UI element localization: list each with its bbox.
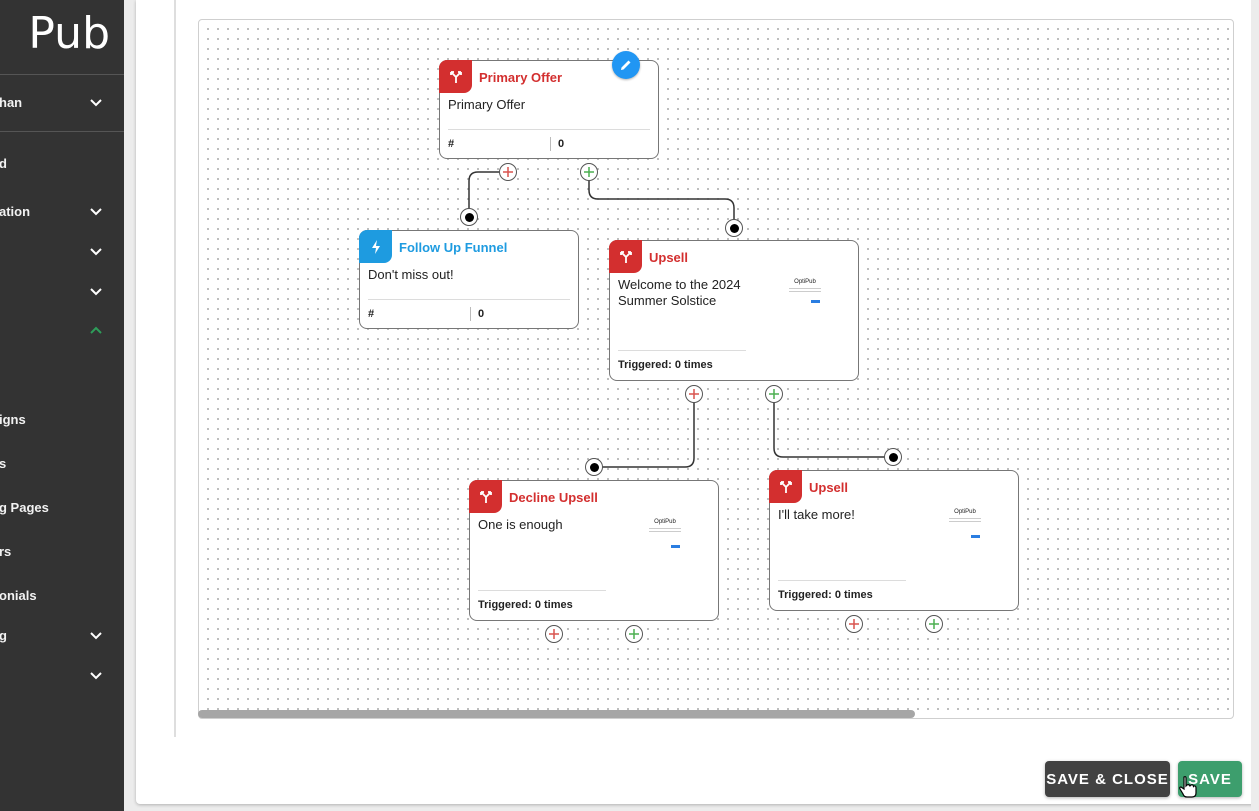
node-input-port[interactable]	[460, 208, 478, 226]
sidebar-item-label: g	[0, 627, 7, 643]
hand-cursor-icon	[1179, 776, 1197, 798]
sidebar-item-label: d	[0, 155, 7, 171]
flow-node-decline-upsell[interactable]: Decline Upsell One is enough OptiPub Tri…	[469, 480, 719, 621]
canvas-horizontal-scrollbar[interactable]	[198, 710, 915, 718]
chevron-down-icon[interactable]	[88, 667, 104, 683]
node-input-port[interactable]	[884, 448, 902, 466]
sidebar-item-label: s	[0, 455, 7, 471]
node-subtitle: One is enough	[478, 517, 563, 532]
node-stat-label: #	[368, 308, 375, 320]
sidebar-item-label: g Pages	[0, 499, 49, 515]
sidebar-item[interactable]	[0, 660, 124, 690]
node-subtitle: Welcome to the 2024 Summer Solstice	[618, 277, 741, 308]
node-stat-value: 0	[558, 138, 565, 150]
page-thumbnail: OptiPub	[645, 519, 685, 549]
node-input-port[interactable]	[585, 458, 603, 476]
add-decline-path-button[interactable]	[845, 615, 863, 633]
add-accept-path-button[interactable]	[580, 163, 598, 181]
node-title: Decline Upsell	[509, 490, 598, 505]
sidebar-divider	[0, 74, 124, 75]
sidebar-item[interactable]	[0, 276, 124, 306]
plus-icon	[584, 167, 594, 177]
node-stat-separator	[550, 137, 551, 151]
node-triggered-count: Triggered: 0 times	[618, 359, 713, 371]
sidebar-item-label: igns	[0, 411, 26, 427]
split-icon	[769, 470, 802, 503]
edit-node-button[interactable]	[612, 51, 640, 79]
node-divider	[778, 580, 906, 581]
plus-icon	[929, 619, 939, 629]
plus-icon	[503, 167, 513, 177]
sidebar-item[interactable]: han	[0, 87, 124, 117]
node-subtitle: Don't miss out!	[368, 267, 454, 282]
flow-node-follow-up-funnel[interactable]: Follow Up Funnel Don't miss out! # 0	[359, 230, 579, 329]
bolt-icon	[359, 230, 392, 263]
plus-icon	[629, 629, 639, 639]
sidebar-item[interactable]: g Pages	[0, 492, 124, 522]
node-title: Upsell	[649, 250, 689, 265]
node-divider	[478, 590, 606, 591]
node-divider	[368, 299, 570, 300]
node-subtitle: I'll take more!	[778, 507, 855, 522]
chevron-down-icon[interactable]	[88, 283, 104, 299]
page-vertical-scrollbar[interactable]	[1251, 0, 1259, 811]
flow-node-upsell[interactable]: Upsell Welcome to the 2024 Summer Solsti…	[609, 240, 859, 381]
page-thumbnail: OptiPub	[945, 509, 985, 539]
node-divider	[448, 129, 650, 130]
save-and-close-button[interactable]: SAVE & CLOSE	[1045, 761, 1170, 797]
split-icon	[439, 60, 472, 93]
node-stat-separator	[470, 307, 471, 321]
split-icon	[609, 240, 642, 273]
add-accept-path-button[interactable]	[765, 385, 783, 403]
add-decline-path-button[interactable]	[499, 163, 517, 181]
content-divider	[174, 0, 176, 737]
sidebar: Pub han d ation igns s g Pages rs onials g	[0, 0, 124, 811]
node-input-port[interactable]	[725, 219, 743, 237]
sidebar-item-label: han	[0, 94, 23, 110]
sidebar-item-label: onials	[0, 587, 37, 603]
sidebar-item[interactable]	[0, 236, 124, 266]
node-divider	[618, 350, 746, 351]
node-triggered-count: Triggered: 0 times	[778, 589, 873, 601]
sidebar-item[interactable]: rs	[0, 536, 124, 566]
sidebar-item[interactable]: ation	[0, 196, 124, 226]
add-decline-path-button[interactable]	[685, 385, 703, 403]
plus-icon	[689, 389, 699, 399]
sidebar-item[interactable]: igns	[0, 404, 124, 434]
chevron-down-icon[interactable]	[88, 627, 104, 643]
app-logo[interactable]: Pub	[0, 8, 110, 59]
sidebar-item[interactable]: s	[0, 448, 124, 478]
node-title: Upsell	[809, 480, 849, 495]
split-icon	[469, 480, 502, 513]
plus-icon	[769, 389, 779, 399]
node-stat-label: #	[448, 138, 455, 150]
chevron-down-icon[interactable]	[88, 94, 104, 110]
node-subtitle: Primary Offer	[448, 97, 526, 112]
node-title: Follow Up Funnel	[399, 240, 508, 255]
sidebar-item[interactable]: d	[0, 148, 124, 178]
sidebar-item-label: rs	[0, 543, 12, 559]
sidebar-item[interactable]	[0, 316, 124, 346]
sidebar-divider	[0, 131, 124, 132]
chevron-down-icon[interactable]	[88, 243, 104, 259]
plus-icon	[849, 619, 859, 629]
flow-node-upsell-2[interactable]: Upsell I'll take more! OptiPub Triggered…	[769, 470, 1019, 611]
pencil-icon	[621, 60, 631, 70]
add-accept-path-button[interactable]	[925, 615, 943, 633]
sidebar-item[interactable]: onials	[0, 580, 124, 610]
node-triggered-count: Triggered: 0 times	[478, 599, 573, 611]
add-decline-path-button[interactable]	[545, 625, 563, 643]
sidebar-item[interactable]: g	[0, 620, 124, 650]
chevron-up-icon[interactable]	[88, 323, 104, 339]
page-thumbnail: OptiPub	[785, 279, 825, 309]
node-stat-value: 0	[478, 308, 485, 320]
plus-icon	[549, 629, 559, 639]
sidebar-item-label: ation	[0, 203, 31, 219]
node-title: Primary Offer	[479, 70, 563, 85]
add-accept-path-button[interactable]	[625, 625, 643, 643]
chevron-down-icon[interactable]	[88, 203, 104, 219]
